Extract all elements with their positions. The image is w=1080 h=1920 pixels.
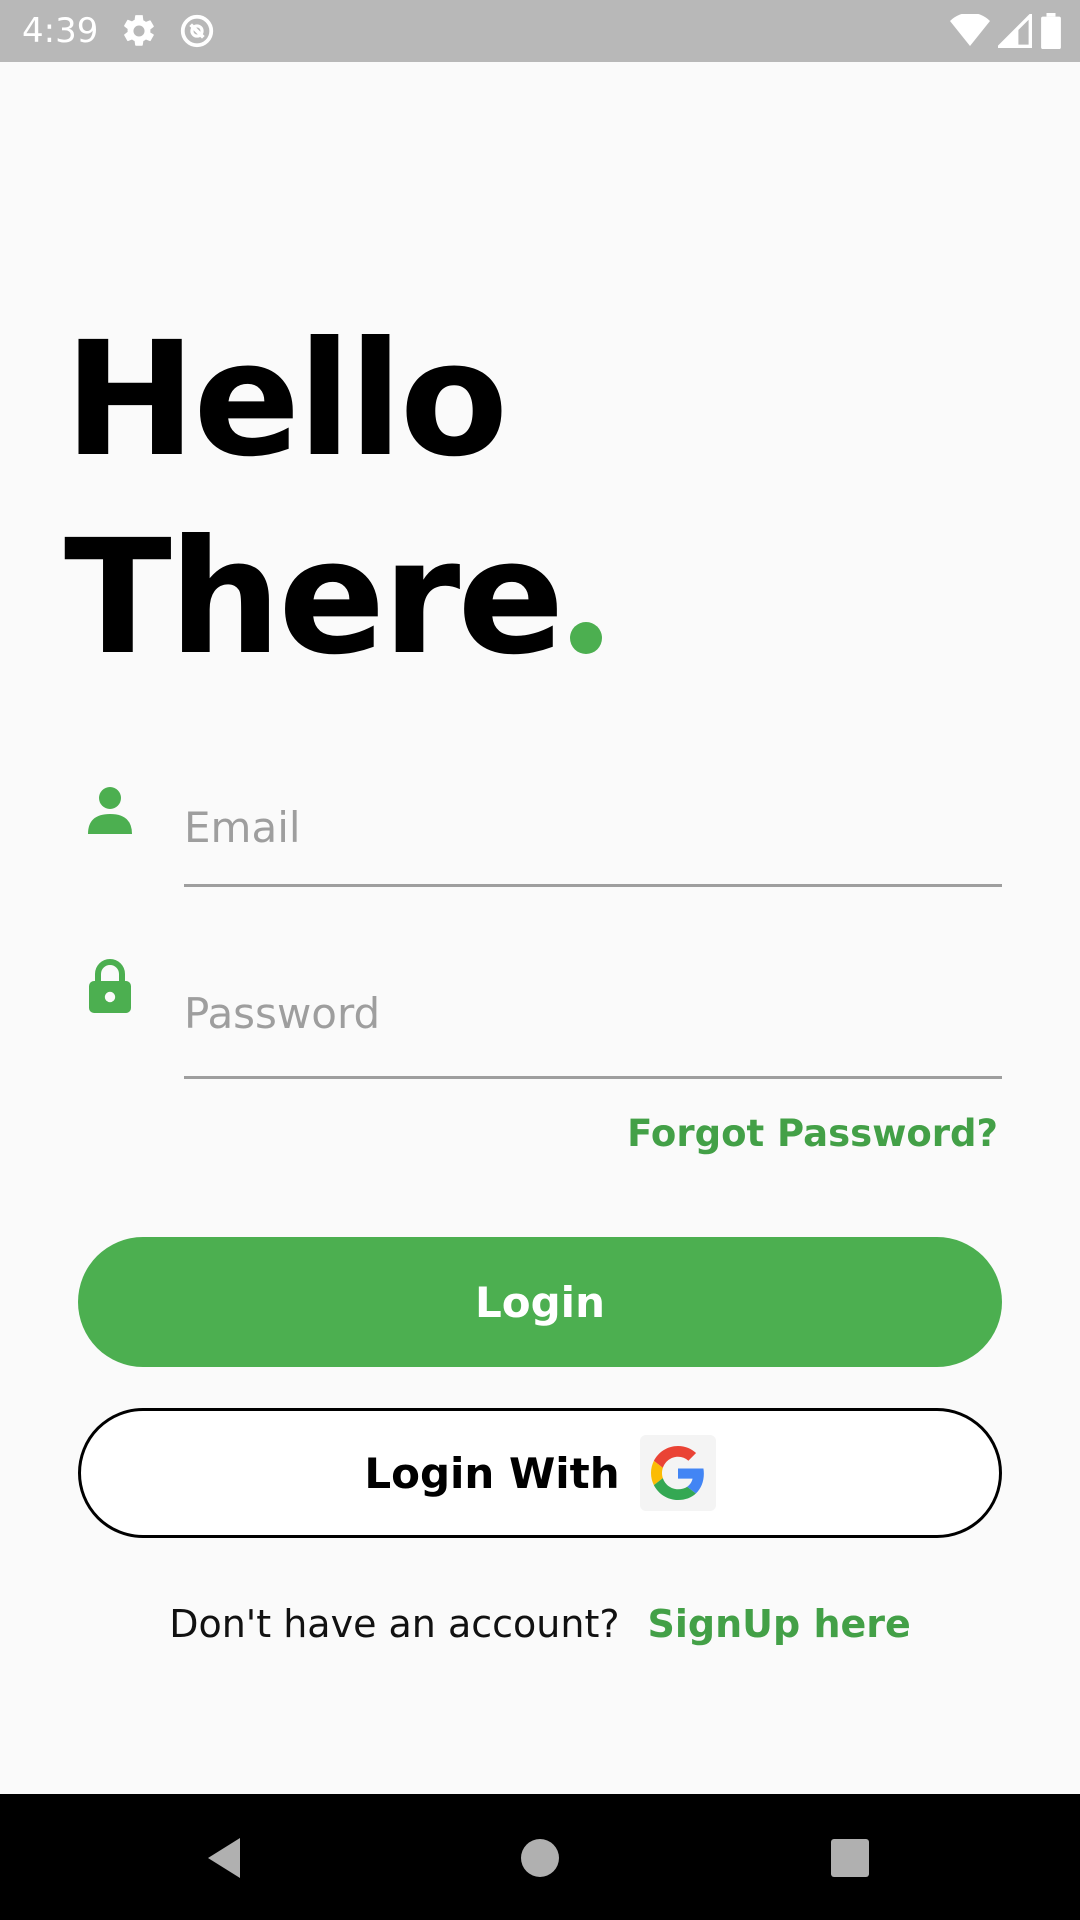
recents-icon[interactable]: [826, 1834, 874, 1882]
forgot-password-link[interactable]: Forgot Password?: [627, 1112, 998, 1155]
lock-icon: [89, 959, 131, 1013]
status-time: 4:39: [22, 11, 99, 51]
signup-row: Don't have an account? SignUp here: [0, 1602, 1080, 1646]
status-indicators: [950, 12, 1062, 50]
home-icon[interactable]: [516, 1834, 564, 1882]
login-with-google-button[interactable]: Login With: [78, 1408, 1002, 1538]
email-input[interactable]: [184, 770, 1002, 887]
login-button-label: Login: [475, 1277, 605, 1327]
gear-icon: [124, 15, 154, 46]
person-icon: [88, 787, 132, 834]
battery-icon: [1041, 13, 1061, 49]
wifi-icon: [950, 14, 990, 46]
sync-icon: [180, 14, 214, 48]
heading-line-2: There: [64, 508, 602, 688]
signup-link[interactable]: SignUp here: [648, 1602, 911, 1646]
accent-dot: [569, 622, 602, 654]
signal-icon: [998, 14, 1032, 48]
heading-line-1: Hello: [64, 308, 508, 492]
navigation-bar: [0, 1794, 1080, 1920]
heading-line-2-text: There: [64, 506, 564, 690]
password-input[interactable]: [184, 950, 1002, 1079]
login-button[interactable]: Login: [78, 1237, 1002, 1367]
status-bar: 4:39: [0, 0, 1080, 62]
google-icon: [639, 1435, 716, 1511]
signup-prompt: Don't have an account?: [169, 1602, 620, 1646]
back-icon[interactable]: [200, 1834, 248, 1882]
login-with-label: Login With: [364, 1448, 620, 1498]
